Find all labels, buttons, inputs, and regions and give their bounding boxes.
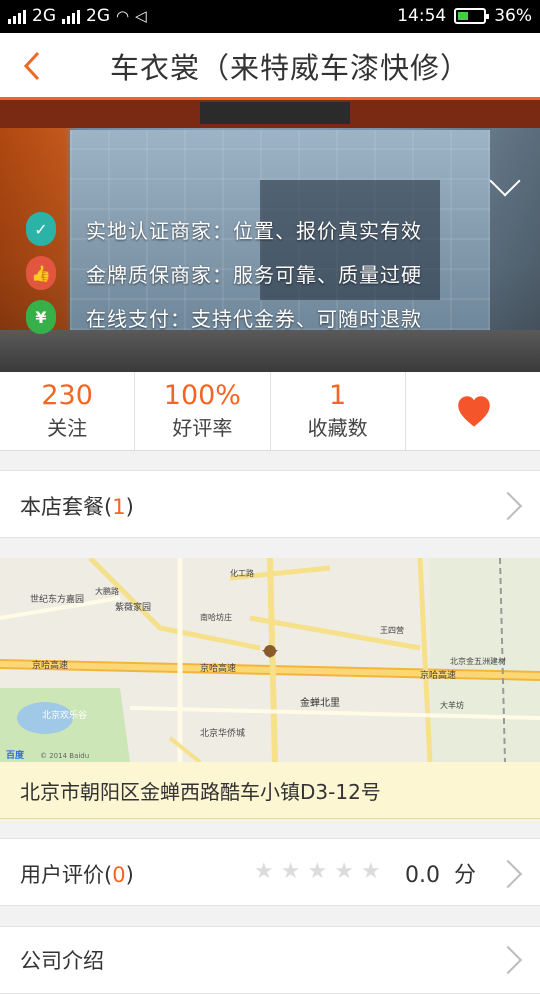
chevron-right-icon <box>493 945 523 975</box>
map-label: 京哈高速 <box>200 662 236 674</box>
shop-stats: 230 关注 100% 好评率 1 收藏数 <box>0 372 540 451</box>
stat-value: 1 <box>329 380 347 411</box>
expand-chevron-icon[interactable] <box>489 165 521 197</box>
package-row[interactable]: 本店套餐(1) <box>0 470 540 538</box>
baidu-logo: 百度 <box>6 749 25 761</box>
heart-icon <box>458 396 490 427</box>
star-icon: ★ <box>280 859 301 884</box>
map-label: 北京金五洲建材 <box>450 656 506 666</box>
signal-icon-2 <box>62 8 80 24</box>
favorite-button[interactable] <box>406 372 540 450</box>
chevron-right-icon <box>493 859 523 889</box>
feature-verified: ✓ 实地认证商家：位置、报价真实有效 <box>26 212 422 246</box>
feature-text: 实地认证商家：位置、报价真实有效 <box>86 218 422 243</box>
map-label: 紫薇家园 <box>115 601 151 613</box>
stat-followers[interactable]: 230 关注 <box>0 372 136 450</box>
street <box>0 330 540 372</box>
yen-shield-icon: ¥ <box>26 300 56 334</box>
map-label: 北京华侨城 <box>200 727 245 739</box>
shop-banner[interactable]: ✓ 实地认证商家：位置、报价真实有效 👍 金牌质保商家：服务可靠、质量过硬 ¥ … <box>0 100 540 372</box>
map-label: 化工路 <box>230 568 254 578</box>
battery-percent: 36% <box>494 6 532 26</box>
stat-label: 好评率 <box>172 416 233 440</box>
company-intro-label: 公司介绍 <box>20 949 104 973</box>
company-intro-row[interactable]: 公司介绍 <box>0 926 540 994</box>
map-label: 王四营 <box>380 625 404 635</box>
signal-icon <box>8 8 26 24</box>
location-map[interactable]: 世纪东方嘉园 大鹏路 紫薇家园 南哈坊庄 化工路 京哈高速 京哈高速 京哈高速 … <box>0 558 540 762</box>
map-label: 京哈高速 <box>420 669 456 681</box>
map-label: 金蝉北里 <box>300 696 340 709</box>
mute-icon: ◁ <box>135 7 147 25</box>
map-copyright: © 2014 Baidu <box>40 752 89 760</box>
rating-score: 0.0 分 <box>404 863 476 888</box>
map-label: 大羊坊 <box>440 700 464 710</box>
battery-icon <box>454 8 490 24</box>
address-bar[interactable]: 北京市朝阳区金蝉西路酷车小镇D3-12号 <box>0 762 540 819</box>
wifi-icon: ◠ <box>116 7 130 25</box>
location-check-icon: ✓ <box>26 212 56 246</box>
page-title: 车衣裳（来特威车漆快修） <box>109 51 470 85</box>
star-icon: ★ <box>307 859 328 884</box>
reviews-label: 用户评价(0) <box>20 863 134 887</box>
feature-text: 在线支付：支持代金券、可随时退款 <box>86 306 422 331</box>
map-label: 大鹏路 <box>95 586 119 596</box>
feature-text: 金牌质保商家：服务可靠、质量过硬 <box>86 262 422 287</box>
chevron-right-icon <box>493 491 523 521</box>
stat-label: 关注 <box>47 416 88 440</box>
rating-stars: ★ ★ ★ ★ ★ <box>254 861 381 883</box>
back-button[interactable] <box>18 49 50 81</box>
stat-label: 收藏数 <box>307 416 368 440</box>
stat-favorites[interactable]: 1 收藏数 <box>271 372 406 450</box>
package-label: 本店套餐(1) <box>20 495 134 519</box>
thumbs-up-medal-icon: 👍 <box>26 256 56 290</box>
map-graphic: 世纪东方嘉园 大鹏路 紫薇家园 南哈坊庄 化工路 京哈高速 京哈高速 京哈高速 … <box>0 558 540 762</box>
star-icon: ★ <box>360 859 381 884</box>
network-type-1: 2G <box>32 6 56 26</box>
map-label: 世纪东方嘉园 <box>30 593 84 605</box>
feature-online-pay: ¥ 在线支付：支持代金券、可随时退款 <box>26 300 422 334</box>
status-bar: 2G 2G ◠ ◁ 14:54 36% <box>0 0 540 33</box>
address-text: 北京市朝阳区金蝉西路酷车小镇D3-12号 <box>20 780 381 804</box>
star-icon: ★ <box>334 859 354 884</box>
stat-rating[interactable]: 100% 好评率 <box>135 372 271 450</box>
map-label: 京哈高速 <box>32 659 68 671</box>
map-label: 北京欢乐谷 <box>42 709 87 721</box>
reviews-row[interactable]: 用户评价(0) ★ ★ ★ ★ ★ 0.0 分 <box>0 838 540 906</box>
map-label: 南哈坊庄 <box>200 612 232 622</box>
network-type-2: 2G <box>86 6 110 26</box>
stat-value: 230 <box>41 380 93 411</box>
feature-gold-warranty: 👍 金牌质保商家：服务可靠、质量过硬 <box>26 256 422 290</box>
clock: 14:54 <box>397 6 447 26</box>
chevron-left-icon <box>23 51 40 81</box>
title-bar: 车衣裳（来特威车漆快修） <box>0 33 540 100</box>
star-icon: ★ <box>254 859 274 884</box>
stat-value: 100% <box>163 380 241 411</box>
building-sign <box>200 102 350 124</box>
